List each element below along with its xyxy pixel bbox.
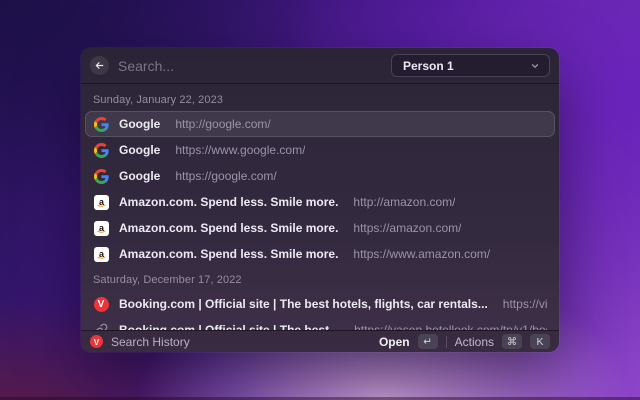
quick-commands-dialog: Person 1 Sunday, January 22, 2023Googleh… xyxy=(81,48,559,352)
row-url: https://vivaldi.com/bk/bookingcom-en-us xyxy=(502,297,547,311)
footer-bar: V Search History Open ↵ Actions ⌘ K xyxy=(81,330,559,352)
date-section-header: Saturday, December 17, 2022 xyxy=(93,274,242,286)
history-row[interactable]: Booking.com | Official site | The best..… xyxy=(85,317,555,330)
footer-divider xyxy=(445,335,447,348)
vivaldi-logo-icon: V xyxy=(90,335,103,348)
row-title: Amazon.com. Spend less. Smile more. xyxy=(119,195,339,209)
google-icon xyxy=(93,116,109,132)
row-title: Google xyxy=(119,143,161,157)
row-title: Amazon.com. Spend less. Smile more. xyxy=(119,221,339,235)
date-section-header: Sunday, January 22, 2023 xyxy=(93,94,224,106)
open-label: Open xyxy=(378,334,410,349)
row-title: Booking.com | Official site | The best h… xyxy=(119,297,488,311)
row-url: https://www.google.com/ xyxy=(175,143,306,157)
search-input[interactable] xyxy=(118,57,382,74)
google-icon xyxy=(93,142,109,158)
row-url: http://amazon.com/ xyxy=(353,195,456,209)
command-key-badge: ⌘ xyxy=(502,334,522,349)
history-list: Sunday, January 22, 2023 Google http://goo… xyxy=(81,84,559,330)
history-row[interactable]: a Amazon.com. Spend less. Smile more. http… xyxy=(85,215,555,241)
row-title: Google xyxy=(119,169,161,183)
chevron-down-icon xyxy=(531,63,539,68)
row-url: https://www.amazon.com/ xyxy=(353,247,491,261)
row-url: https://google.com/ xyxy=(175,169,277,183)
row-title: Booking.com | Official site | The best..… xyxy=(119,323,340,330)
row-title: Google xyxy=(119,117,161,131)
history-row[interactable]: a Amazon.com. Spend less. Smile more. http… xyxy=(85,241,555,267)
history-row[interactable]: Google https://google.com/ xyxy=(85,163,555,189)
history-row[interactable]: V Booking.com | Official site | The best … xyxy=(85,291,555,317)
profile-dropdown-value: Person 1 xyxy=(403,58,454,73)
history-row[interactable]: Google http://google.com/ xyxy=(85,111,555,137)
row-title: Amazon.com. Spend less. Smile more. xyxy=(119,247,339,261)
enter-key-badge: ↵ xyxy=(417,334,438,349)
k-key-badge: K xyxy=(530,334,550,349)
arrow-left-icon xyxy=(95,62,104,69)
search-bar: Person 1 xyxy=(81,48,559,84)
amazon-icon: a xyxy=(93,194,109,210)
actions-label: Actions xyxy=(454,334,494,349)
amazon-icon: a xyxy=(93,246,109,262)
google-icon xyxy=(93,168,109,184)
row-url: https://yasen.hotellook.com/tp/v1/bookin… xyxy=(354,323,547,330)
row-url: https://amazon.com/ xyxy=(353,221,462,235)
row-url: http://google.com/ xyxy=(175,117,271,131)
amazon-icon: a xyxy=(93,220,109,236)
history-row[interactable]: a Amazon.com. Spend less. Smile more. http… xyxy=(85,189,555,215)
vivaldi-icon: V xyxy=(93,296,109,312)
profile-dropdown[interactable]: Person 1 xyxy=(391,54,550,77)
history-row[interactable]: Google https://www.google.com/ xyxy=(85,137,555,163)
broken-link-icon xyxy=(93,322,109,330)
back-button[interactable] xyxy=(90,56,109,75)
footer-mode-label: Search History xyxy=(111,334,190,349)
